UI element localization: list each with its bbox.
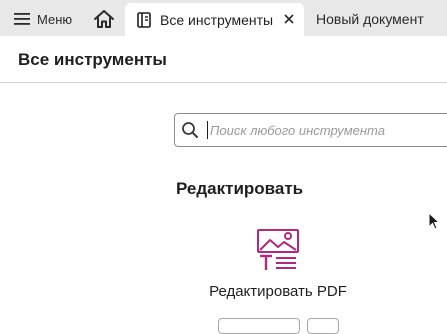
tool-card-action-button[interactable] <box>218 318 300 334</box>
page-title: Все инструменты <box>18 50 167 69</box>
edit-pdf-icon <box>257 229 299 270</box>
mouse-cursor-icon <box>428 212 440 230</box>
hamburger-icon <box>14 13 30 25</box>
menu-label: Меню <box>37 11 73 27</box>
close-icon[interactable] <box>282 12 296 26</box>
search-box[interactable] <box>174 113 447 147</box>
tab-new-document[interactable]: Новый документ <box>316 11 424 27</box>
tab-bar: Меню Все инструменты Новый документ <box>0 0 447 36</box>
tab-all-tools[interactable]: Все инструменты <box>125 3 304 36</box>
home-icon[interactable] <box>93 9 115 29</box>
section-title-edit: Редактировать <box>176 179 304 198</box>
page-header: Все инструменты <box>0 36 447 83</box>
search-icon <box>182 122 198 138</box>
tool-edit-pdf-label: Редактировать PDF <box>209 283 347 300</box>
tool-card-more-button[interactable] <box>307 318 339 334</box>
tool-edit-pdf[interactable]: Редактировать PDF <box>196 222 360 308</box>
tab-new-document-label: Новый документ <box>316 11 424 27</box>
tab-all-tools-label: Все инструменты <box>160 12 274 28</box>
menu-button[interactable]: Меню <box>14 9 72 29</box>
search-input[interactable] <box>208 117 447 143</box>
tools-doc-icon <box>137 12 151 28</box>
